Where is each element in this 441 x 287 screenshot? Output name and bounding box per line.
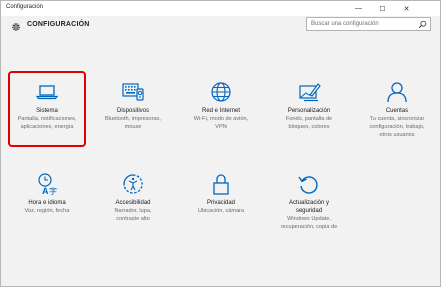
tile-description: Windows Update, recuperación, copia de xyxy=(280,216,338,230)
tile-description: Wi-Fi, modo de avión, VPN xyxy=(193,116,249,130)
globe-icon xyxy=(211,82,231,102)
personalization-icon xyxy=(299,83,321,102)
maximize-button[interactable]: ☐ xyxy=(371,1,394,16)
settings-window: Configuración — ☐ ✕ CONFIGURACIÓN Buscar… xyxy=(0,0,441,287)
maximize-icon: ☐ xyxy=(379,5,386,13)
tile-privacidad[interactable]: Privacidad Ubicación, cámara xyxy=(182,163,260,239)
tile-label: Accesibilidad xyxy=(115,200,151,206)
tile-description: Tu cuenta, sincronizar configuración, tr… xyxy=(369,116,425,138)
tile-cuentas[interactable]: Cuentas Tu cuenta, sincronizar configura… xyxy=(358,71,436,147)
update-icon xyxy=(298,176,318,194)
svg-text:字: 字 xyxy=(49,186,57,195)
gear-icon xyxy=(12,23,20,31)
devices-icon xyxy=(122,83,144,101)
tile-label: Cuentas xyxy=(385,108,409,114)
tile-description: Pantalla, notificaciones, aplicaciones, … xyxy=(17,116,77,130)
tile-red-e-internet[interactable]: Red e Internet Wi-Fi, modo de avión, VPN xyxy=(182,71,260,147)
person-icon xyxy=(387,82,407,103)
tile-description: Fondo, pantalla de bloqueo, colores xyxy=(285,116,333,130)
tile-description: Voz, región, fecha xyxy=(24,208,70,214)
tile-sistema[interactable]: Sistema Pantalla, notificaciones, aplica… xyxy=(8,71,86,147)
tile-actualizacion-y-seguridad[interactable]: Actualización y seguridad Windows Update… xyxy=(270,163,348,239)
tile-description: Narrador, lupa, contraste alto xyxy=(114,208,152,222)
laptop-icon xyxy=(35,85,59,100)
close-button[interactable]: ✕ xyxy=(395,1,418,16)
close-icon: ✕ xyxy=(403,5,410,13)
search-icon[interactable] xyxy=(418,20,427,29)
tile-personalizacion[interactable]: Personalización Fondo, pantalla de bloqu… xyxy=(270,71,348,147)
page-title: CONFIGURACIÓN xyxy=(27,21,90,28)
tile-label: Personalización xyxy=(287,108,331,114)
accessibility-icon xyxy=(123,174,143,194)
tile-label: Sistema xyxy=(36,108,58,114)
tile-label: Dispositivos xyxy=(116,108,149,114)
search-placeholder: Buscar una configuración xyxy=(311,21,379,27)
tile-label: Privacidad xyxy=(206,200,235,206)
time-language-icon: A 字 xyxy=(38,173,57,195)
tile-accesibilidad[interactable]: Accesibilidad Narrador, lupa, contraste … xyxy=(94,163,172,239)
tile-description: Bluetooth, impresoras, mouse xyxy=(105,116,161,130)
search-input[interactable]: Buscar una configuración xyxy=(306,17,431,31)
minimize-icon: — xyxy=(355,5,362,12)
tile-hora-e-idioma[interactable]: A 字 Hora e idioma Voz, región, fecha xyxy=(8,163,86,239)
tile-dispositivos[interactable]: Dispositivos Bluetooth, impresoras, mous… xyxy=(94,71,172,147)
title-bar: Configuración — ☐ ✕ xyxy=(1,1,440,16)
tile-label: Red e Internet xyxy=(201,108,241,114)
svg-text:A: A xyxy=(42,186,49,195)
tile-label: Hora e idioma xyxy=(28,200,66,206)
tile-label: Actualización y seguridad xyxy=(288,200,330,214)
minimize-button[interactable]: — xyxy=(347,1,370,16)
tile-description: Ubicación, cámara xyxy=(197,208,245,214)
window-title: Configuración xyxy=(6,4,44,10)
lock-icon xyxy=(213,174,229,195)
